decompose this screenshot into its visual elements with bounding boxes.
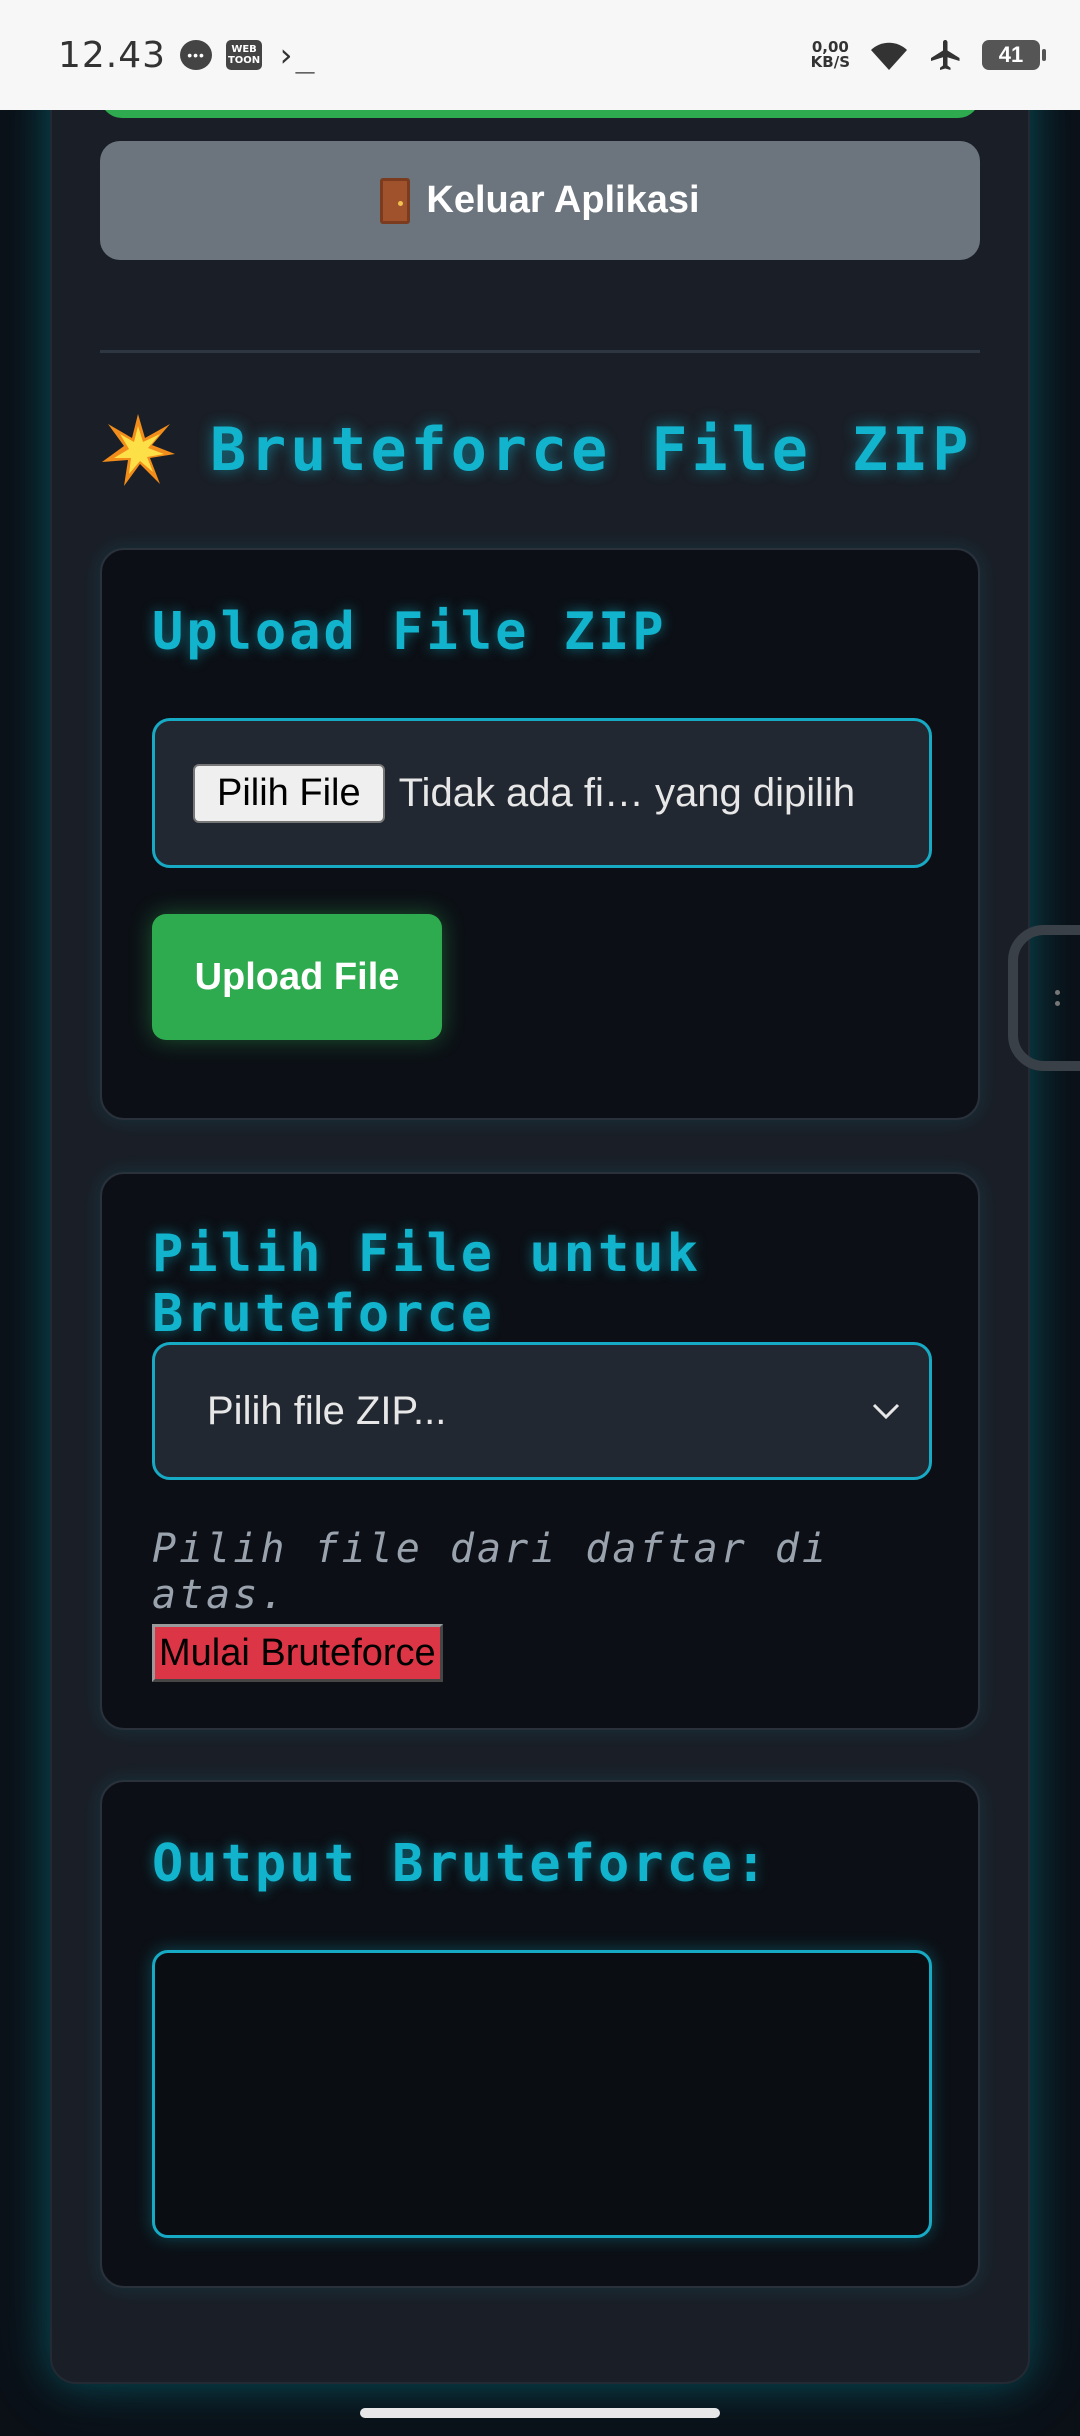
status-bar-left: 12.43 ••• WEB TOON ›_: [58, 35, 315, 76]
select-hint: Pilih file dari daftar di atas.: [152, 1526, 830, 1618]
webtoon-icon: WEB TOON: [226, 40, 263, 70]
upload-panel: Upload File ZIP Pilih File Tidak ada fi……: [100, 548, 980, 1120]
output-panel: Output Bruteforce:: [100, 1780, 980, 2288]
exit-app-label: Keluar Aplikasi: [426, 179, 700, 221]
door-icon: [380, 177, 411, 224]
chevron-down-icon: [872, 1403, 900, 1420]
exit-app-button[interactable]: Keluar Aplikasi: [100, 141, 980, 260]
output-panel-title: Output Bruteforce:: [152, 1834, 770, 1894]
select-panel-title: Pilih File untuk Bruteforce: [152, 1224, 701, 1344]
choose-file-button[interactable]: Pilih File: [193, 763, 385, 823]
network-speed: 0,00 KB/S: [811, 40, 850, 70]
airplane-icon: [931, 40, 960, 70]
network-speed-unit: KB/S: [810, 53, 850, 71]
status-time: 12.43: [58, 34, 167, 76]
section-header: Bruteforce File ZIP: [100, 405, 972, 495]
divider: [100, 350, 980, 353]
zip-file-select[interactable]: Pilih file ZIP...: [152, 1342, 932, 1480]
zip-file-select-value: Pilih file ZIP...: [207, 1388, 447, 1433]
no-file-text: Tidak ada fi… yang dipilih: [398, 770, 856, 815]
start-bruteforce-button[interactable]: Mulai Bruteforce: [152, 1624, 443, 1682]
status-bar-right: 0,00 KB/S 41: [811, 37, 1046, 73]
home-indicator[interactable]: [360, 2408, 720, 2418]
collision-burst-icon: [102, 414, 175, 486]
status-bar: 12.43 ••• WEB TOON ›_ 0,00 KB/S 41: [0, 0, 1080, 110]
battery-icon: 41: [982, 40, 1046, 70]
handle-dots-icon: [1055, 990, 1067, 1006]
section-title: Bruteforce File ZIP: [210, 415, 973, 485]
floating-side-handle[interactable]: [1008, 925, 1080, 1071]
select-panel: Pilih File untuk Bruteforce Pilih file Z…: [100, 1172, 980, 1730]
wifi-icon: [871, 42, 907, 70]
output-textarea[interactable]: [152, 1950, 932, 2238]
terminal-icon: ›_: [276, 36, 315, 74]
file-input[interactable]: Pilih File Tidak ada fi… yang dipilih: [152, 718, 932, 868]
upload-file-button[interactable]: Upload File: [152, 914, 442, 1040]
chat-icon: •••: [180, 40, 213, 70]
upload-panel-title: Upload File ZIP: [152, 602, 667, 662]
